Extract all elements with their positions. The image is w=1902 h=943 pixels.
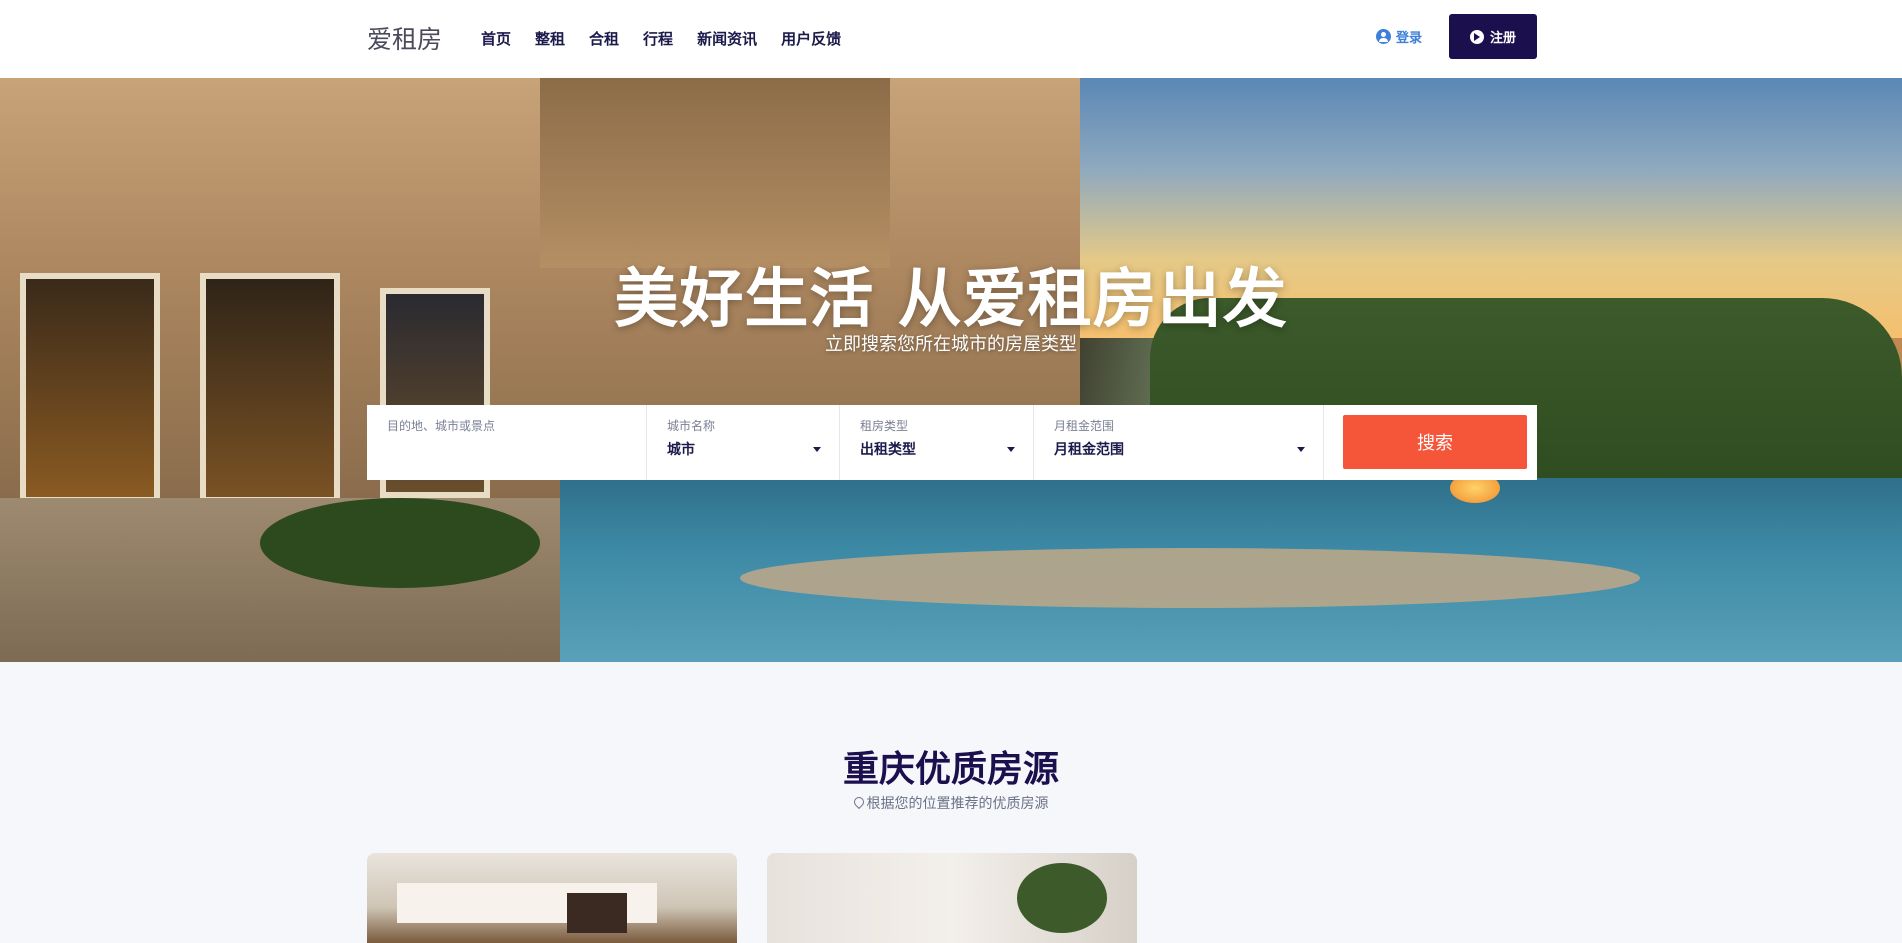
main-nav: 首页 整租 合租 行程 新闻资讯 用户反馈	[481, 28, 841, 49]
search-button[interactable]: 搜索	[1343, 415, 1527, 469]
arrow-right-circle-icon	[1469, 29, 1484, 44]
rent-type-label: 租房类型	[860, 419, 909, 433]
city-select[interactable]: 城市名称 城市	[647, 405, 840, 480]
listing-photo	[1017, 863, 1107, 933]
section-subtitle-text: 根据您的位置推荐的优质房源	[866, 796, 1049, 812]
nav-item-whole-rent[interactable]: 整租	[535, 28, 565, 49]
site-logo[interactable]: 爱租房	[367, 20, 442, 56]
rent-type-select[interactable]: 租房类型 出租类型	[840, 405, 1034, 480]
rent-type-value: 出租类型	[860, 442, 916, 458]
nav-item-home[interactable]: 首页	[481, 28, 511, 49]
hero-title: 美好生活 从爱租房出发	[614, 263, 1288, 337]
register-label: 注册	[1489, 31, 1516, 46]
section-title: 重庆优质房源	[842, 749, 1059, 790]
register-button[interactable]: 注册	[1449, 14, 1537, 59]
listing-photo-detail	[567, 893, 627, 933]
section-subtitle: 根据您的位置推荐的优质房源	[0, 793, 1902, 813]
destination-field[interactable]: 目的地、城市或景点	[367, 405, 647, 480]
price-range-label: 月租金范围	[1054, 419, 1115, 433]
price-range-value: 月租金范围	[1054, 442, 1124, 458]
price-range-select[interactable]: 月租金范围 月租金范围	[1034, 405, 1324, 480]
chevron-down-icon	[1297, 447, 1305, 452]
nav-item-news[interactable]: 新闻资讯	[697, 28, 757, 49]
user-icon	[1376, 29, 1391, 44]
city-value: 城市	[667, 442, 695, 458]
hero-subtitle: 立即搜索您所在城市的房屋类型	[825, 334, 1077, 355]
city-label: 城市名称	[667, 419, 716, 433]
destination-label: 目的地、城市或景点	[387, 419, 496, 433]
login-label: 登录	[1396, 31, 1423, 46]
hero-pool-rim	[740, 548, 1640, 608]
search-bar: 目的地、城市或景点 城市名称 城市 租房类型 出租类型 月租金范围 月租金范围 …	[367, 405, 1537, 480]
site-header: 爱租房 首页 整租 合租 行程 新闻资讯 用户反馈 登录 注册	[0, 0, 1902, 78]
chevron-down-icon	[813, 447, 821, 452]
login-link[interactable]: 登录	[1376, 27, 1422, 46]
hero-banner: 美好生活 从爱租房出发 立即搜索您所在城市的房屋类型	[0, 78, 1902, 662]
chevron-down-icon	[1007, 447, 1015, 452]
nav-item-shared-rent[interactable]: 合租	[589, 28, 619, 49]
hero-upper-floor	[540, 78, 890, 268]
listing-card[interactable]	[367, 853, 737, 943]
hero-bush	[260, 498, 540, 588]
nav-item-itinerary[interactable]: 行程	[643, 28, 673, 49]
location-pin-icon	[854, 797, 864, 810]
listing-card[interactable]	[767, 853, 1137, 943]
nav-item-feedback[interactable]: 用户反馈	[781, 28, 841, 49]
